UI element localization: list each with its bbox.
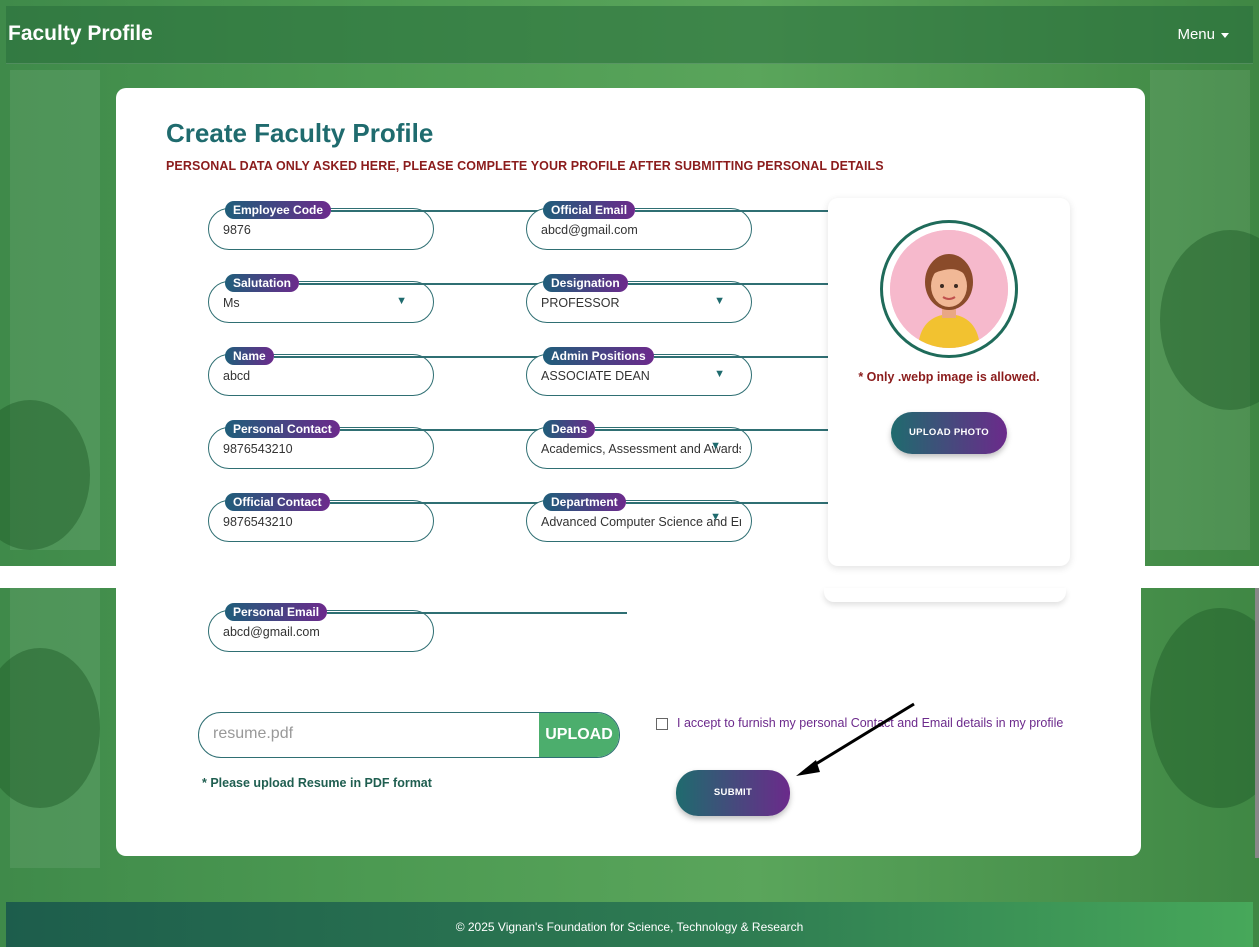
deans-label: Deans — [543, 420, 896, 438]
personal-contact-label: Personal Contact — [225, 420, 639, 438]
resume-format-note: * Please upload Resume in PDF format — [202, 776, 432, 790]
profile-avatar-icon — [890, 230, 1008, 348]
form-card-continued: Personal Email abcd@gmail.com resume.pdf… — [116, 588, 1141, 856]
dropdown-arrow-icon: ▼ — [710, 440, 721, 452]
submit-button[interactable]: SUBMIT — [676, 770, 790, 816]
scrollbar[interactable] — [1255, 588, 1259, 858]
salutation-value: Ms — [223, 296, 240, 310]
department-select[interactable]: Department Advanced Computer Science and… — [526, 493, 925, 542]
admin-positions-label: Admin Positions — [543, 347, 953, 365]
employee-code-label: Employee Code — [225, 201, 632, 219]
designation-value: PROFESSOR — [541, 296, 620, 310]
footer-copyright: © 2025 Vignan's Foundation for Science, … — [455, 920, 804, 934]
official-email-value: abcd@gmail.com — [541, 223, 638, 237]
page-subtitle: PERSONAL DATA ONLY ASKED HERE, PLEASE CO… — [166, 159, 884, 173]
personal-email-field[interactable]: Personal Email abcd@gmail.com — [208, 603, 628, 652]
employee-code-field[interactable]: Employee Code 9876 — [208, 201, 632, 250]
official-contact-value: 9876543210 — [223, 515, 293, 529]
dropdown-arrow-icon: ▼ — [714, 368, 725, 380]
dropdown-arrow-icon: ▼ — [714, 295, 725, 307]
menu-label: Menu — [1177, 26, 1215, 43]
annotation-arrow-icon — [796, 702, 915, 776]
salutation-select[interactable]: Salutation Ms ▼ — [208, 274, 600, 323]
designation-select[interactable]: Designation PROFESSOR ▼ — [526, 274, 927, 323]
name-label: Name — [225, 347, 572, 365]
dropdown-arrow-icon: ▼ — [710, 511, 721, 523]
personal-contact-field[interactable]: Personal Contact 9876543210 — [208, 420, 639, 469]
photo-format-note: * Only .webp image is allowed. — [858, 370, 1040, 384]
consent-checkbox[interactable] — [656, 718, 668, 730]
resume-filename[interactable]: resume.pdf — [213, 725, 293, 743]
official-contact-field[interactable]: Official Contact 9876543210 — [208, 493, 629, 542]
personal-email-value: abcd@gmail.com — [223, 625, 320, 639]
employee-code-value: 9876 — [223, 223, 251, 237]
personal-email-label: Personal Email — [225, 603, 628, 621]
brand-title[interactable]: Faculty Profile — [8, 22, 153, 46]
upload-photo-button[interactable]: UPLOAD PHOTO — [891, 412, 1007, 454]
name-value: abcd — [223, 369, 251, 383]
screenshot-gap — [0, 566, 1259, 588]
official-email-field[interactable]: Official Email abcd@gmail.com — [526, 201, 936, 250]
resume-upload-button[interactable]: UPLOAD — [539, 713, 619, 757]
menu-dropdown[interactable]: Menu — [1177, 26, 1229, 43]
dropdown-arrow-icon: ▼ — [396, 295, 407, 307]
photo-panel: * Only .webp image is allowed. UPLOAD PH… — [828, 198, 1070, 566]
official-email-label: Official Email — [543, 201, 936, 219]
photo-panel-bottom — [824, 588, 1066, 602]
page-title: Create Faculty Profile — [166, 118, 434, 148]
avatar — [880, 220, 1018, 358]
resume-upload-group: resume.pdf UPLOAD — [198, 712, 620, 758]
caret-down-icon — [1221, 32, 1229, 38]
department-label: Department — [543, 493, 925, 511]
admin-positions-value: ASSOCIATE DEAN — [541, 369, 650, 383]
deans-select[interactable]: Deans Academics, Assessment and Awards ▼ — [526, 420, 896, 469]
navbar: Faculty Profile Menu — [6, 6, 1253, 64]
name-field[interactable]: Name abcd — [208, 347, 572, 396]
form-card: Create Faculty Profile PERSONAL DATA ONL… — [116, 88, 1145, 566]
designation-label: Designation — [543, 274, 927, 292]
official-contact-label: Official Contact — [225, 493, 629, 511]
salutation-label: Salutation — [225, 274, 600, 292]
personal-contact-value: 9876543210 — [223, 442, 293, 456]
footer: © 2025 Vignan's Foundation for Science, … — [6, 902, 1253, 947]
admin-positions-select[interactable]: Admin Positions ASSOCIATE DEAN ▼ — [526, 347, 953, 396]
